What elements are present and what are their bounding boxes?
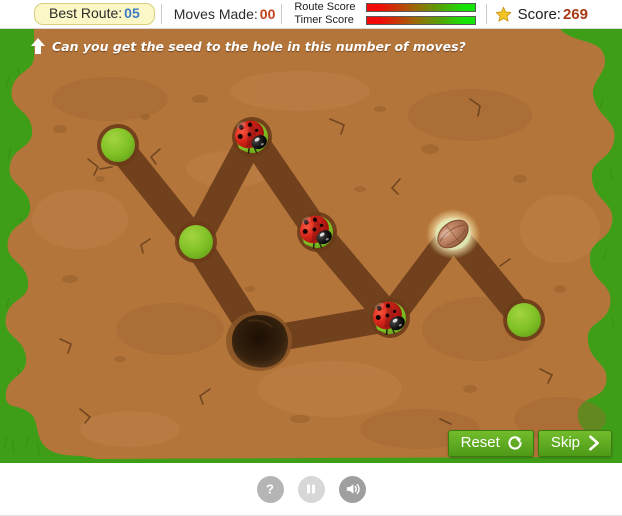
score-text: Score: 269 xyxy=(518,6,588,23)
timer-score-label: Timer Score xyxy=(294,14,354,26)
question-mark-icon: ? xyxy=(266,482,274,497)
game-board[interactable]: Can you get the seed to the hole in this… xyxy=(0,29,622,463)
hole-opening xyxy=(231,315,289,368)
sound-button[interactable] xyxy=(338,475,366,503)
node-n7 xyxy=(503,299,545,341)
node-n1 xyxy=(97,124,139,166)
score-indicator: Score: 269 xyxy=(495,6,588,23)
star-icon xyxy=(495,6,511,22)
hole xyxy=(226,311,292,371)
reset-button[interactable]: Reset xyxy=(447,430,534,457)
reset-button-label: Reset xyxy=(460,434,500,451)
chevron-right-icon xyxy=(589,435,599,451)
help-button[interactable]: ? xyxy=(256,475,284,503)
separator-3 xyxy=(486,4,488,24)
action-buttons: Reset Skip xyxy=(447,430,612,457)
game-window: Best Route: 05 Moves Made: 00 Route Score … xyxy=(0,0,622,516)
route-score-meter xyxy=(366,3,477,12)
status-bar: Best Route: 05 Moves Made: 00 Route Score … xyxy=(0,0,622,29)
route-score-row: Route Score xyxy=(294,1,477,13)
score-value: 269 xyxy=(562,5,588,23)
board-canvas[interactable] xyxy=(0,29,622,463)
seed-token[interactable] xyxy=(426,209,480,259)
route-score-label: Route Score xyxy=(294,1,356,13)
best-route-indicator: Best Route: 05 xyxy=(34,3,155,25)
moves-made-indicator: Moves Made: 00 xyxy=(174,6,276,22)
node-n3 xyxy=(175,221,217,263)
separator-2 xyxy=(281,4,283,24)
timer-score-meter xyxy=(366,16,477,25)
score-meters: Route Score Timer Score xyxy=(294,1,477,26)
media-controls: ? xyxy=(0,463,622,516)
reset-circular-arrow-icon xyxy=(508,436,522,450)
timer-score-row: Timer Score xyxy=(294,14,477,26)
separator-1 xyxy=(160,4,162,24)
skip-button-label: Skip xyxy=(550,434,580,451)
svg-text:?: ? xyxy=(266,482,274,497)
pause-icon xyxy=(307,484,315,494)
moves-made-value: 00 xyxy=(259,6,276,22)
moves-made-label: Moves Made: xyxy=(173,6,258,22)
speaker-volume-icon xyxy=(346,484,360,494)
pause-button[interactable] xyxy=(297,475,325,503)
score-label: Score: xyxy=(517,5,561,23)
best-route-label: Best Route: xyxy=(49,5,123,21)
skip-button[interactable]: Skip xyxy=(537,430,612,457)
best-route-value: 05 xyxy=(124,5,140,21)
